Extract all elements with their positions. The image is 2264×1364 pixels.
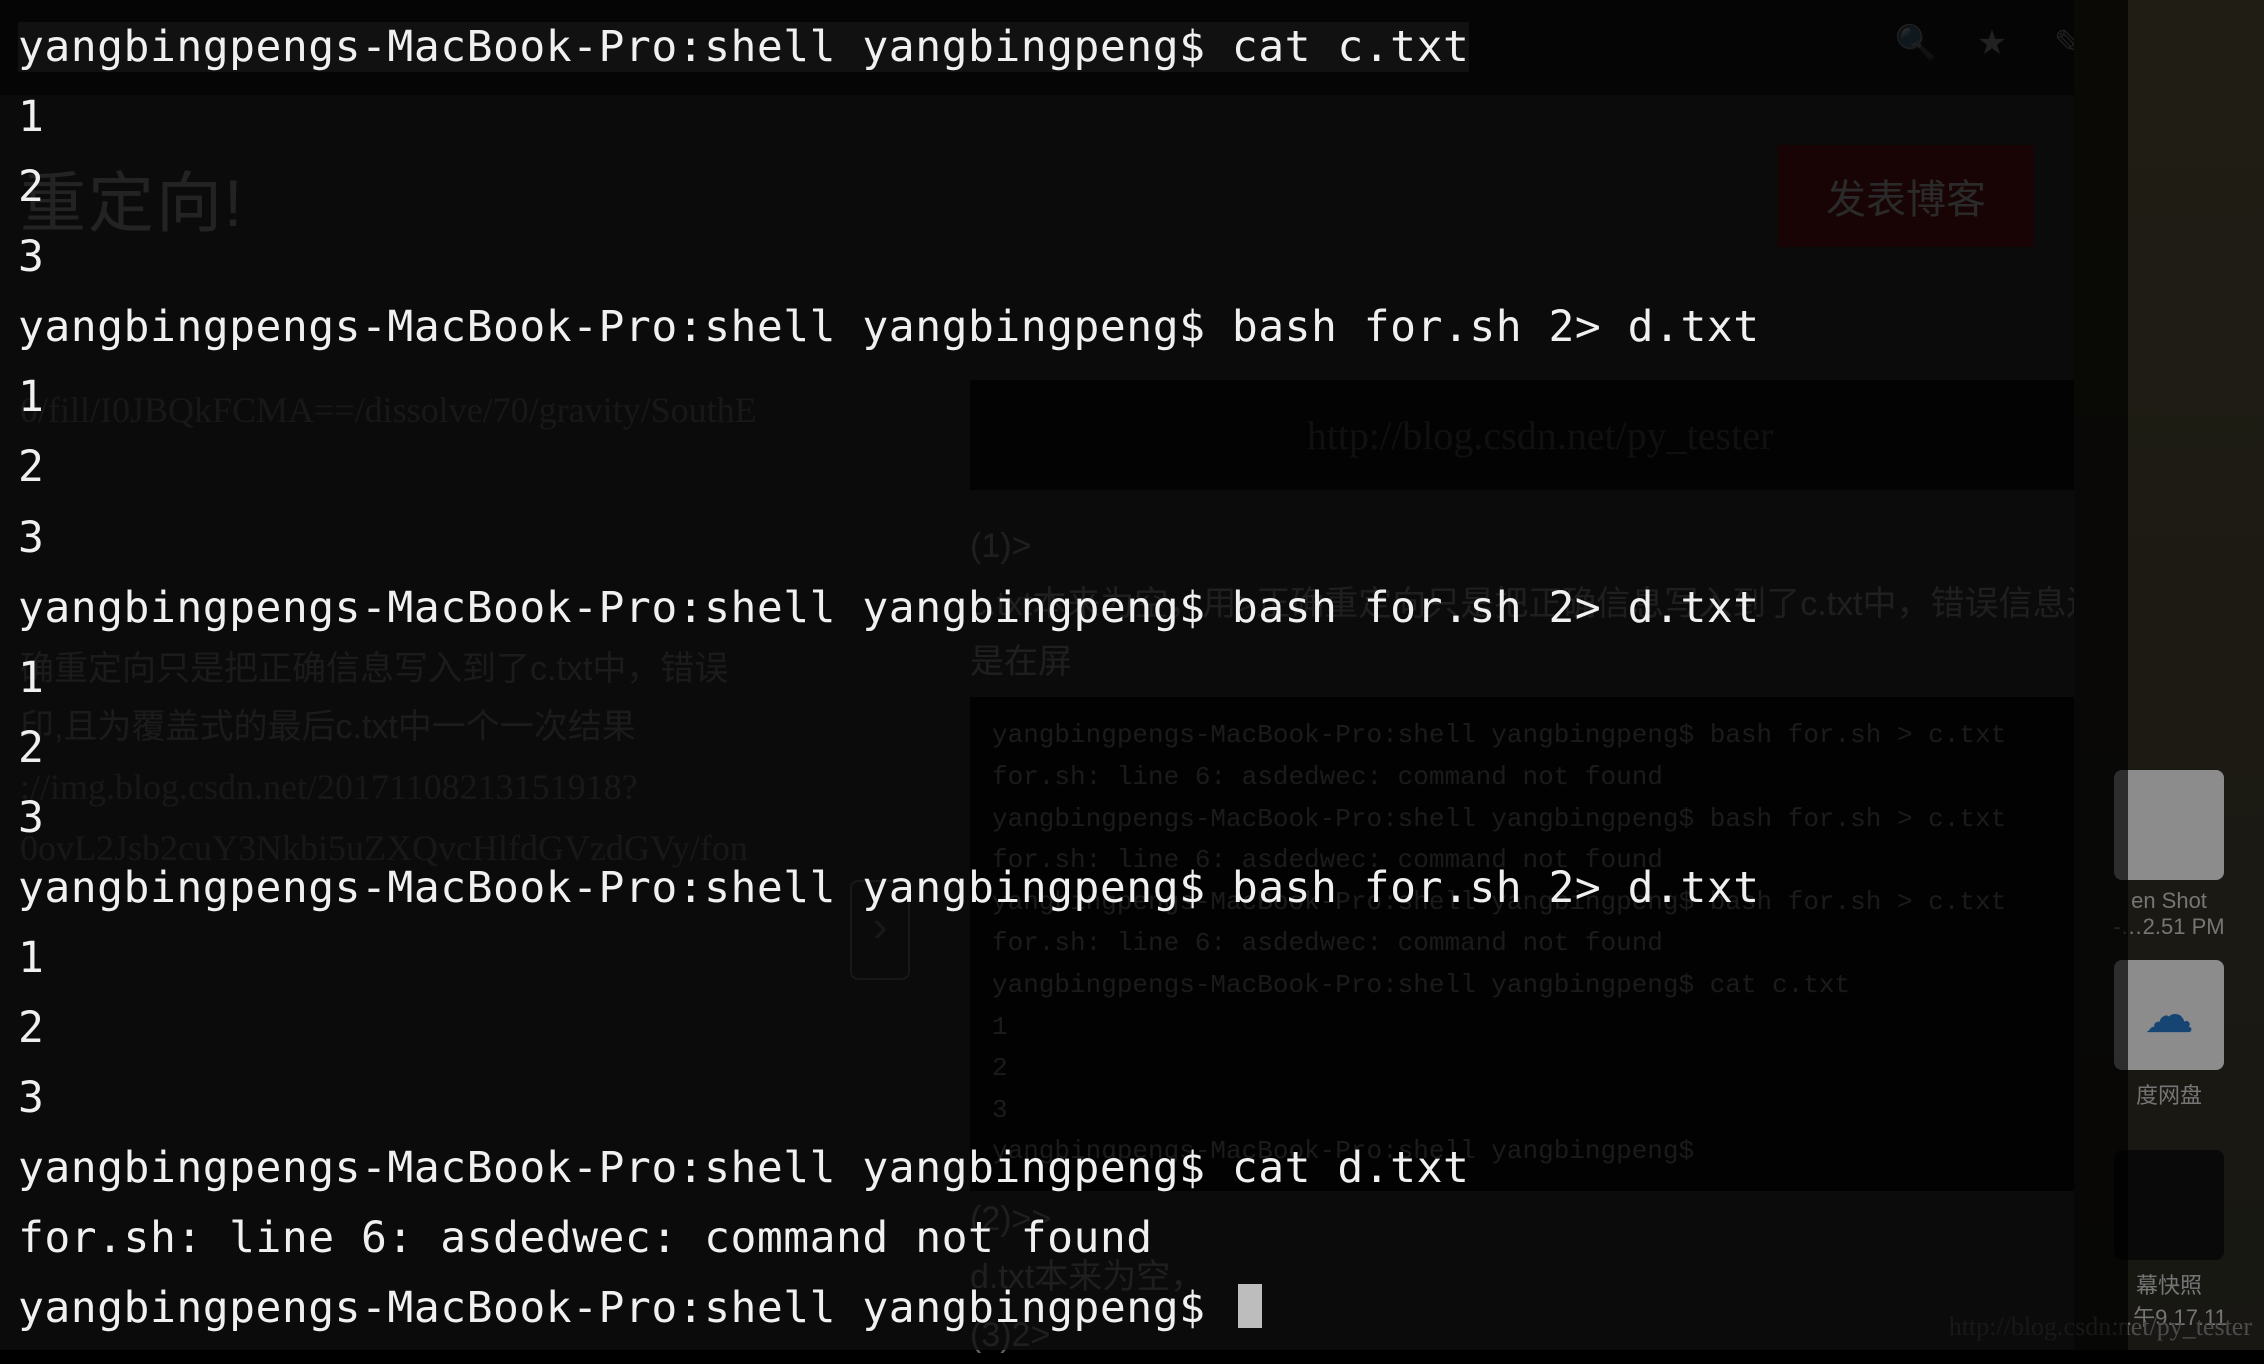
terminal-window[interactable]: yangbingpengs-MacBook-Pro:shell yangbing… (0, 0, 2128, 1350)
terminal-line: 1 (18, 372, 44, 422)
terminal-line: 2 (18, 1003, 44, 1053)
terminal-line: 3 (18, 232, 44, 282)
terminal-line: 3 (18, 1073, 44, 1123)
terminal-line: yangbingpengs-MacBook-Pro:shell yangbing… (18, 1283, 1232, 1333)
terminal-line: 3 (18, 513, 44, 563)
terminal-cursor (1238, 1284, 1262, 1328)
terminal-line: 2 (18, 442, 44, 492)
terminal-line: yangbingpengs-MacBook-Pro:shell yangbing… (18, 583, 1760, 633)
terminal-line: yangbingpengs-MacBook-Pro:shell yangbing… (18, 22, 1469, 72)
terminal-line: 2 (18, 162, 44, 212)
terminal-line: 1 (18, 653, 44, 703)
terminal-line: yangbingpengs-MacBook-Pro:shell yangbing… (18, 863, 1760, 913)
terminal-line: 3 (18, 793, 44, 843)
terminal-line: 1 (18, 92, 44, 142)
terminal-line: yangbingpengs-MacBook-Pro:shell yangbing… (18, 302, 1760, 352)
terminal-line: yangbingpengs-MacBook-Pro:shell yangbing… (18, 1143, 1469, 1193)
terminal-line: 2 (18, 723, 44, 773)
terminal-line: for.sh: line 6: asdedwec: command not fo… (18, 1213, 1153, 1263)
terminal-line: 1 (18, 933, 44, 983)
